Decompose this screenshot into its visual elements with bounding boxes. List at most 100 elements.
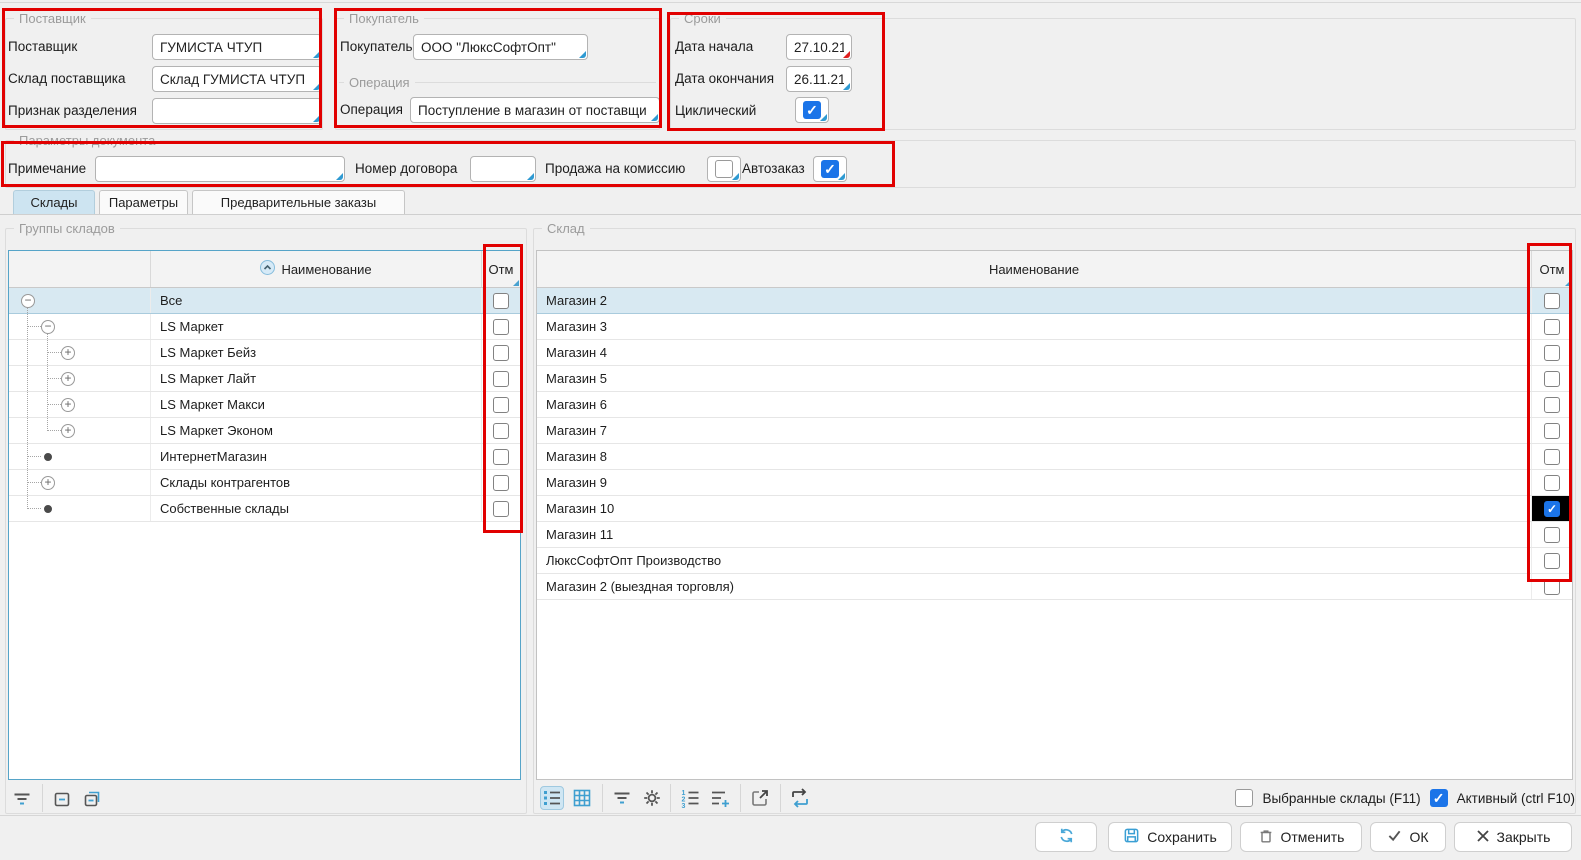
row-checkbox[interactable] bbox=[1544, 371, 1560, 387]
row-checkbox[interactable] bbox=[1544, 423, 1560, 439]
tab-3[interactable]: Предварительные заказы bbox=[192, 190, 405, 214]
row-checkbox[interactable] bbox=[493, 345, 509, 361]
row-checkbox[interactable] bbox=[1544, 501, 1560, 517]
store-row[interactable]: Магазин 5 bbox=[537, 366, 1572, 392]
row-checkbox[interactable] bbox=[493, 501, 509, 517]
group-row[interactable]: Собственные склады bbox=[9, 496, 520, 522]
filter-icon[interactable] bbox=[610, 786, 634, 810]
row-checkbox[interactable] bbox=[493, 475, 509, 491]
store-row[interactable]: Магазин 2 (выездная торговля) bbox=[537, 574, 1572, 600]
mark-cell[interactable] bbox=[1531, 314, 1572, 339]
note-field[interactable] bbox=[95, 156, 345, 182]
tree-plus-icon[interactable]: + bbox=[61, 346, 75, 360]
row-checkbox[interactable] bbox=[493, 319, 509, 335]
autoorder-checkbox[interactable] bbox=[813, 156, 847, 182]
store-row[interactable]: Магазин 11 bbox=[537, 522, 1572, 548]
store-row[interactable]: Магазин 10 bbox=[537, 496, 1572, 522]
refresh-button[interactable] bbox=[1035, 822, 1097, 852]
tree-plus-icon[interactable]: + bbox=[61, 372, 75, 386]
mark-cell[interactable] bbox=[1531, 366, 1572, 391]
close-button[interactable]: Закрыть bbox=[1454, 822, 1572, 852]
supplier-input[interactable] bbox=[153, 35, 321, 59]
contract-number-field[interactable] bbox=[470, 156, 536, 182]
group-row[interactable]: −LS Маркет bbox=[9, 314, 520, 340]
row-checkbox[interactable] bbox=[1544, 449, 1560, 465]
mark-cell[interactable] bbox=[1531, 470, 1572, 495]
cyclic-checkbox[interactable] bbox=[795, 97, 829, 123]
cancel-button[interactable]: Отменить bbox=[1240, 822, 1362, 852]
mark-cell[interactable] bbox=[482, 314, 520, 339]
operation-input[interactable] bbox=[411, 98, 659, 122]
note-input[interactable] bbox=[96, 157, 344, 181]
mark-cell[interactable] bbox=[1531, 392, 1572, 417]
row-checkbox[interactable] bbox=[493, 449, 509, 465]
mark-cell[interactable] bbox=[482, 366, 520, 391]
mark-cell[interactable] bbox=[1531, 288, 1572, 313]
mark-cell[interactable] bbox=[482, 470, 520, 495]
name-column-header[interactable]: Наименование bbox=[151, 251, 482, 287]
row-checkbox[interactable] bbox=[1544, 475, 1560, 491]
group-row[interactable]: +LS Маркет Эконом bbox=[9, 418, 520, 444]
row-checkbox[interactable] bbox=[1544, 293, 1560, 309]
group-row[interactable]: +Склады контрагентов bbox=[9, 470, 520, 496]
open-external-icon[interactable] bbox=[748, 786, 772, 810]
mark-cell[interactable] bbox=[1531, 444, 1572, 469]
buyer-input[interactable] bbox=[414, 35, 587, 59]
row-checkbox[interactable] bbox=[1544, 553, 1560, 569]
store-row[interactable]: Магазин 7 bbox=[537, 418, 1572, 444]
store-row[interactable]: Магазин 3 bbox=[537, 314, 1572, 340]
ok-button[interactable]: ОК bbox=[1370, 822, 1446, 852]
tree-plus-icon[interactable]: + bbox=[61, 398, 75, 412]
tree-minus-icon[interactable]: − bbox=[21, 294, 35, 308]
row-checkbox[interactable] bbox=[1544, 345, 1560, 361]
store-row[interactable]: Магазин 6 bbox=[537, 392, 1572, 418]
mark-cell[interactable] bbox=[482, 392, 520, 417]
mark-cell[interactable] bbox=[482, 418, 520, 443]
active-checkbox[interactable] bbox=[1430, 789, 1448, 807]
list-view-icon[interactable] bbox=[540, 786, 564, 810]
row-checkbox[interactable] bbox=[493, 397, 509, 413]
contract-number-input[interactable] bbox=[471, 157, 535, 181]
start-date-field[interactable] bbox=[786, 34, 852, 60]
store-row[interactable]: Магазин 8 bbox=[537, 444, 1572, 470]
supplier-field[interactable] bbox=[152, 34, 322, 60]
selected-stores-checkbox[interactable] bbox=[1235, 789, 1253, 807]
name-column-header[interactable]: Наименование bbox=[537, 251, 1531, 287]
store-row[interactable]: ЛюксСофтОпт Производство bbox=[537, 548, 1572, 574]
mark-cell[interactable] bbox=[1531, 522, 1572, 547]
cycle-icon[interactable] bbox=[788, 786, 812, 810]
separation-flag-field[interactable] bbox=[152, 98, 322, 124]
store-row[interactable]: Магазин 4 bbox=[537, 340, 1572, 366]
tab-1[interactable]: Склады bbox=[13, 190, 95, 214]
row-checkbox[interactable] bbox=[1544, 319, 1560, 335]
end-date-field[interactable] bbox=[786, 66, 852, 92]
mark-cell[interactable] bbox=[1531, 418, 1572, 443]
add-list-icon[interactable] bbox=[708, 786, 732, 810]
mark-cell[interactable] bbox=[1531, 574, 1572, 599]
collapse-icon[interactable] bbox=[50, 787, 74, 811]
supplier-warehouse-input[interactable] bbox=[153, 67, 321, 91]
buyer-field[interactable] bbox=[413, 34, 588, 60]
row-checkbox[interactable] bbox=[493, 371, 509, 387]
row-checkbox[interactable] bbox=[493, 293, 509, 309]
numbered-list-icon[interactable]: 123 bbox=[678, 786, 702, 810]
mark-cell[interactable] bbox=[482, 340, 520, 365]
save-button[interactable]: Сохранить bbox=[1108, 822, 1232, 852]
row-checkbox[interactable] bbox=[1544, 579, 1560, 595]
collapse-all-icon[interactable] bbox=[80, 787, 104, 811]
mark-column-header[interactable]: Отм bbox=[1531, 251, 1572, 287]
end-date-input[interactable] bbox=[787, 67, 851, 91]
group-row[interactable]: ИнтернетМагазин bbox=[9, 444, 520, 470]
grid-view-icon[interactable] bbox=[570, 786, 594, 810]
tree-plus-icon[interactable]: + bbox=[41, 476, 55, 490]
tree-minus-icon[interactable]: − bbox=[41, 320, 55, 334]
mark-cell[interactable] bbox=[482, 288, 520, 313]
operation-field[interactable] bbox=[410, 97, 660, 123]
group-row[interactable]: +LS Маркет Бейз bbox=[9, 340, 520, 366]
mark-column-header[interactable]: Отм bbox=[482, 251, 520, 287]
row-checkbox[interactable] bbox=[1544, 527, 1560, 543]
mark-cell[interactable] bbox=[1531, 340, 1572, 365]
mark-cell[interactable] bbox=[482, 444, 520, 469]
row-checkbox[interactable] bbox=[1544, 397, 1560, 413]
mark-cell[interactable] bbox=[482, 496, 520, 521]
